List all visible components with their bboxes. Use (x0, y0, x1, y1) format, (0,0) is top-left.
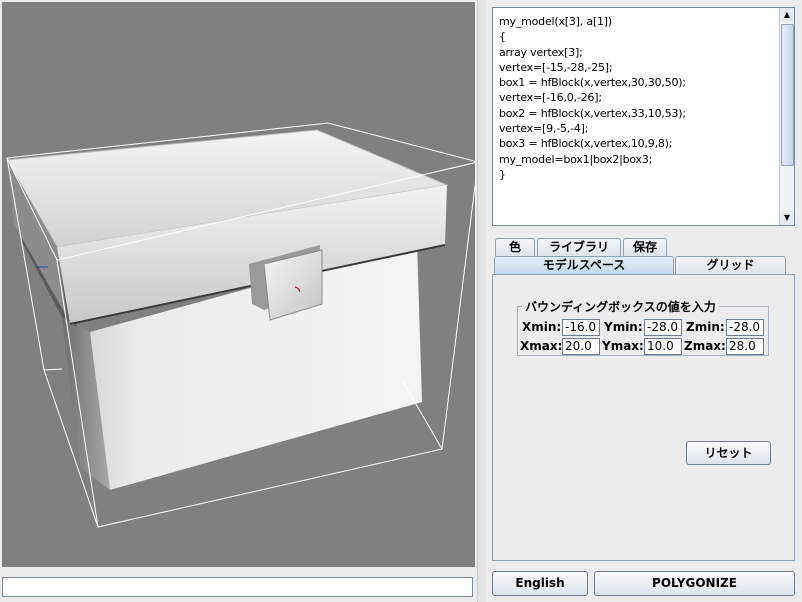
xmin-field[interactable]: -16.0 (562, 319, 600, 336)
scrollbar-thumb[interactable] (781, 24, 794, 166)
reset-button[interactable]: リセット (686, 441, 771, 465)
code-editor[interactable]: my_model(x[3], a[1]) { array vertex[3]; … (492, 7, 795, 226)
bounding-box-title: バウンディングボックスの値を入力 (522, 298, 719, 315)
polygonize-button[interactable]: POLYGONIZE (594, 571, 795, 596)
model-space-panel: バウンディングボックスの値を入力 Xmin: -16.0 Ymin: -28.0… (492, 274, 795, 561)
scroll-up-icon[interactable]: ▲ (780, 8, 794, 22)
code-text[interactable]: my_model(x[3], a[1]) { array vertex[3]; … (499, 14, 686, 182)
3d-viewport[interactable] (2, 2, 475, 567)
tab-model-space[interactable]: モデルスペース (494, 256, 674, 274)
xmax-field[interactable]: 20.0 (562, 338, 600, 355)
ymin-label: Ymin: (604, 320, 643, 334)
editor-scrollbar[interactable]: ▲ ▼ (779, 8, 794, 225)
english-button[interactable]: English (492, 571, 588, 596)
tab-color[interactable]: 色 (495, 238, 535, 256)
zmax-label: Zmax: (684, 339, 726, 353)
tab-library[interactable]: ライブラリ (537, 238, 621, 256)
tab-grid[interactable]: グリッド (675, 256, 786, 274)
split-divider[interactable] (477, 0, 486, 602)
model-render (6, 122, 475, 528)
zmax-field[interactable]: 28.0 (726, 338, 764, 355)
ymin-field[interactable]: -28.0 (644, 319, 682, 336)
bounding-box-group: バウンディングボックスの値を入力 Xmin: -16.0 Ymin: -28.0… (517, 298, 769, 356)
scroll-down-icon[interactable]: ▼ (780, 211, 794, 225)
ymax-label: Ymax: (602, 339, 644, 353)
tab-save[interactable]: 保存 (623, 238, 667, 256)
zmin-label: Zmin: (686, 320, 725, 334)
xmax-label: Xmax: (520, 339, 563, 353)
ymax-field[interactable]: 10.0 (644, 338, 682, 355)
status-field[interactable] (2, 577, 473, 597)
zmin-field[interactable]: -28.0 (726, 319, 764, 336)
xmin-label: Xmin: (522, 320, 562, 334)
